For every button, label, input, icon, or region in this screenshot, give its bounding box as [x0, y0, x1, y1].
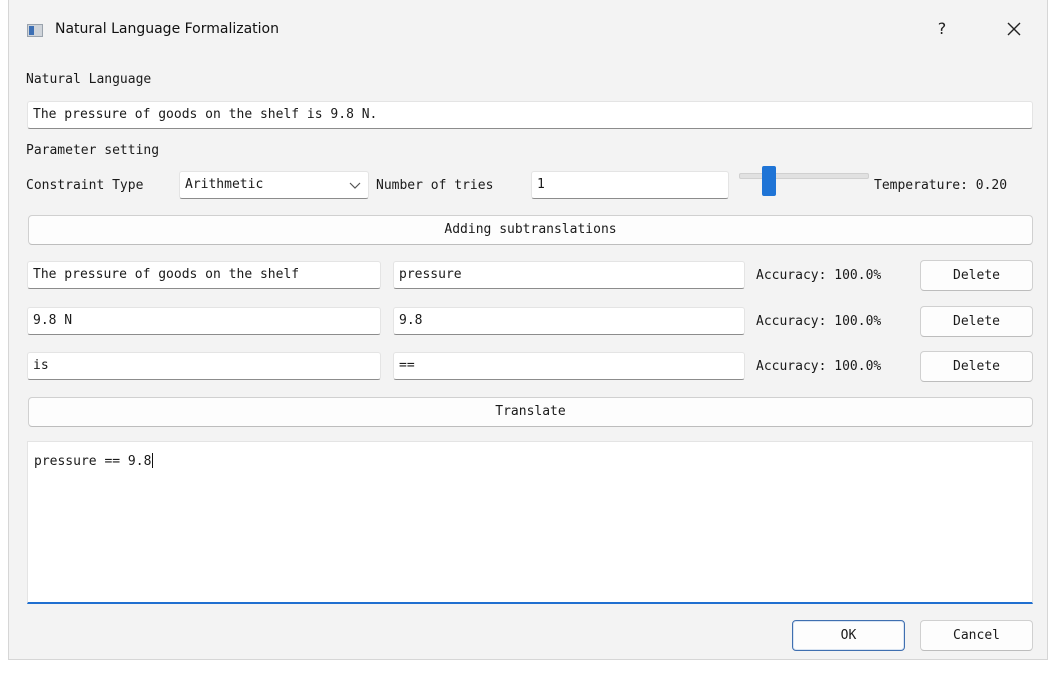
- temperature-slider-track[interactable]: [739, 173, 869, 179]
- help-button[interactable]: ?: [929, 14, 955, 44]
- delete-button[interactable]: Delete: [920, 306, 1033, 337]
- constraint-type-value: Arithmetic: [185, 177, 264, 192]
- subtranslation-source-input[interactable]: The pressure of goods on the shelf: [27, 261, 381, 289]
- subtranslation-source-input[interactable]: 9.8 N: [27, 307, 381, 335]
- subtranslation-target-input[interactable]: 9.8: [393, 307, 745, 335]
- tries-label: Number of tries: [376, 178, 494, 193]
- output-text-area[interactable]: pressure == 9.8: [27, 441, 1033, 604]
- temperature-label: Temperature: 0.20: [874, 178, 1008, 193]
- ok-button[interactable]: OK: [792, 620, 905, 651]
- constraint-type-label: Constraint Type: [26, 178, 144, 193]
- subtranslation-target-input[interactable]: pressure: [393, 261, 745, 289]
- title-bar: Natural Language Formalization ?: [9, 0, 1047, 60]
- subtranslation-accuracy: Accuracy: 100.0%: [756, 268, 882, 283]
- subtranslation-source-input[interactable]: is: [27, 352, 381, 380]
- cancel-button[interactable]: Cancel: [920, 620, 1033, 651]
- subtranslation-accuracy: Accuracy: 100.0%: [756, 314, 882, 329]
- tries-input[interactable]: 1: [531, 171, 729, 199]
- parameter-setting-label: Parameter setting: [26, 143, 160, 158]
- natural-language-label: Natural Language: [26, 72, 152, 87]
- output-text: pressure == 9.8: [34, 454, 152, 469]
- temperature-slider-handle[interactable]: [761, 166, 776, 196]
- close-icon[interactable]: [999, 14, 1029, 44]
- add-subtranslation-button[interactable]: Adding subtranslations: [28, 215, 1033, 245]
- subtranslation-accuracy: Accuracy: 100.0%: [756, 359, 882, 374]
- constraint-type-dropdown[interactable]: Arithmetic: [179, 171, 369, 199]
- translate-button[interactable]: Translate: [28, 397, 1033, 427]
- dialog-window: Natural Language Formalization ? Natural…: [8, 0, 1048, 660]
- natural-language-input[interactable]: The pressure of goods on the shelf is 9.…: [27, 101, 1033, 129]
- subtranslation-target-input[interactable]: ==: [393, 352, 745, 380]
- window-title: Natural Language Formalization: [55, 21, 279, 37]
- delete-button[interactable]: Delete: [920, 351, 1033, 382]
- delete-button[interactable]: Delete: [920, 260, 1033, 291]
- chevron-down-icon: [349, 182, 361, 189]
- app-icon: [27, 24, 43, 37]
- text-caret: [152, 453, 154, 468]
